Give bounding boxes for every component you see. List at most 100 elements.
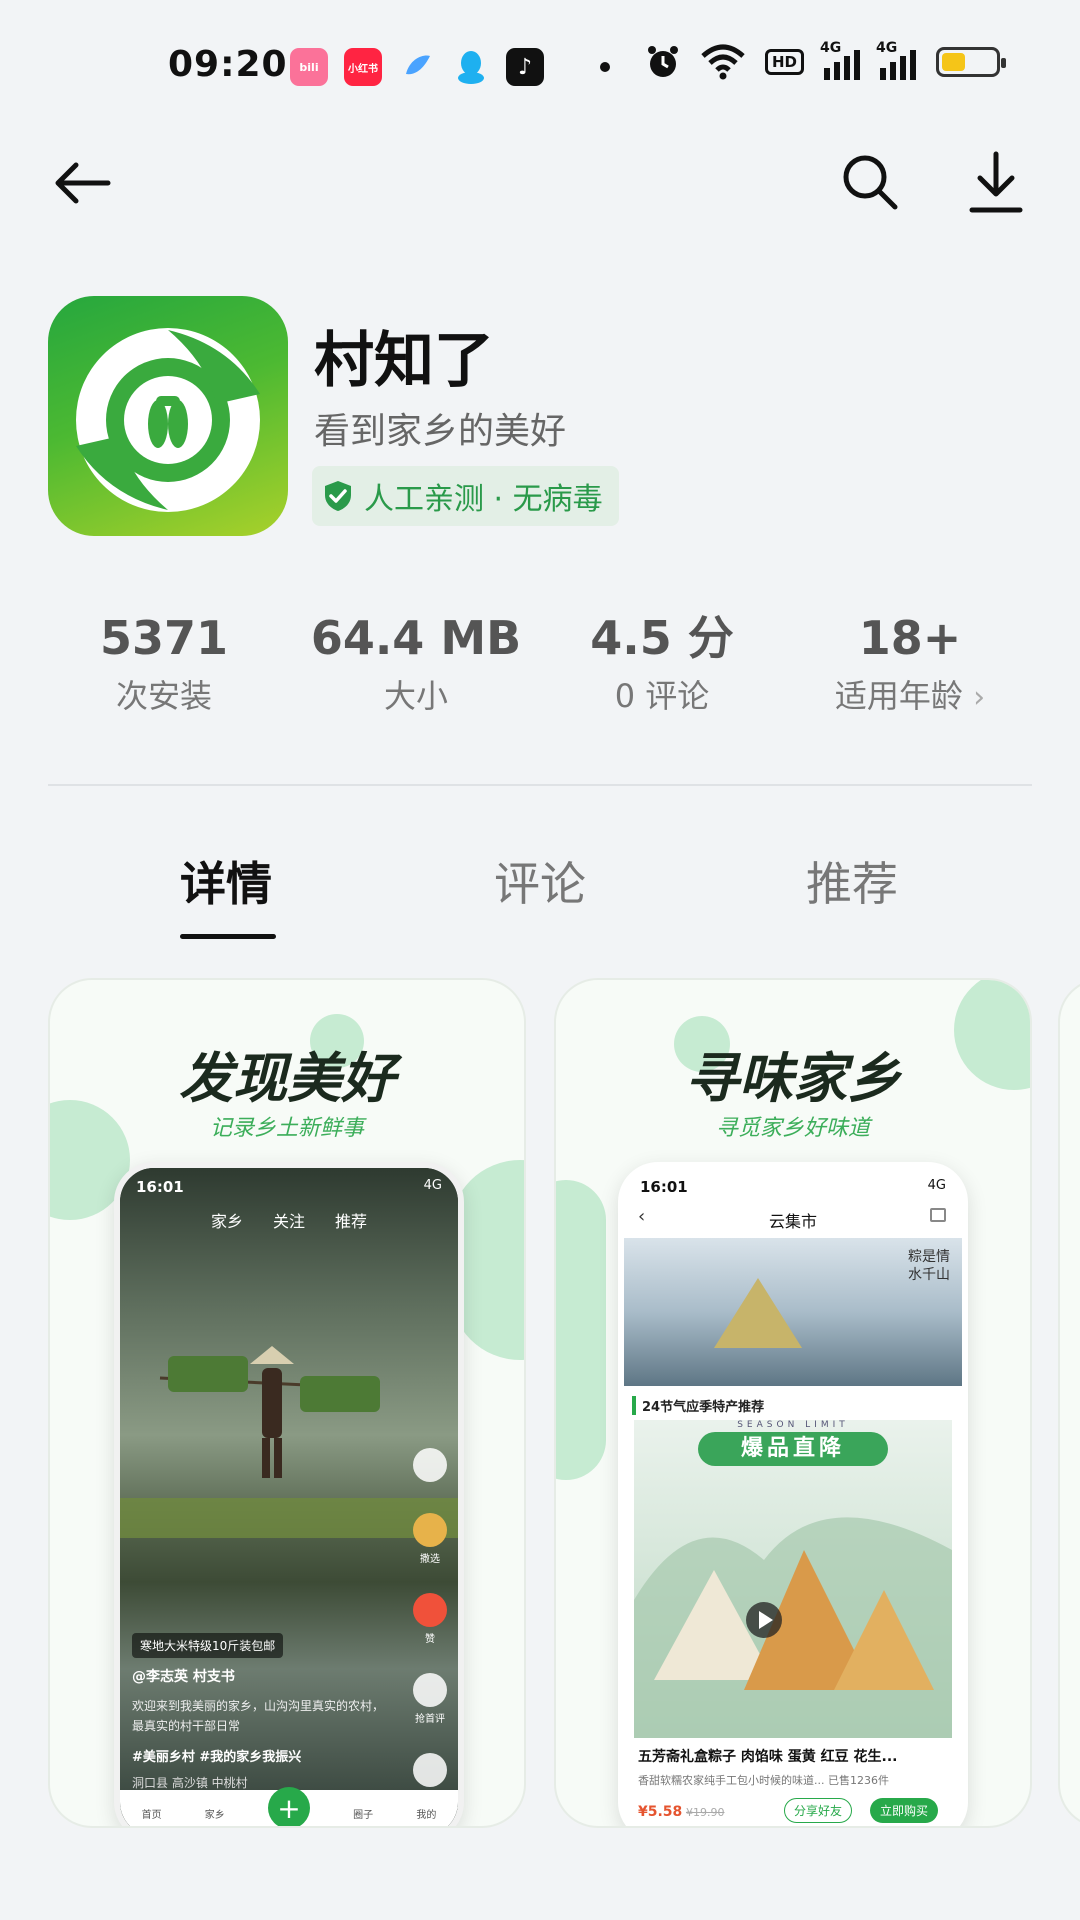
stat-age[interactable]: 18+ 适用年龄 ›	[790, 608, 1030, 722]
tab-active-indicator	[180, 934, 276, 939]
bilibili-icon: bili	[290, 48, 328, 86]
stat-rating[interactable]: 4.5 分 0 评论	[542, 608, 782, 720]
comment-icon	[413, 1673, 447, 1707]
banner-calligraphy: 粽是情 水千山	[908, 1249, 950, 1283]
notification-icons: bili 小红书 ♪	[290, 48, 610, 86]
app-slogan: 看到家乡的美好	[314, 411, 567, 452]
status-bar: 09:20 bili 小红书 ♪ HD 4G 4G	[0, 0, 1080, 140]
arrow-left-icon	[55, 162, 111, 204]
phone-share-button: 分享好友	[784, 1798, 853, 1823]
app-title: 村知了	[314, 326, 494, 396]
phone-post-desc: 欢迎来到我美丽的家乡，山沟沟里真实的农村，最真实的村干部日常	[132, 1699, 385, 1733]
system-icons: HD 4G 4G	[645, 40, 1006, 80]
phone-mockup: 16:01 4G 家乡 关注 推荐 撒选 赞 抢首评 转发 寒地大米特级10斤装…	[114, 1162, 464, 1826]
phone-feed-tabs: 家乡 关注 推荐	[120, 1208, 458, 1232]
back-button[interactable]	[52, 158, 112, 208]
stat-age-row: 适用年龄 ›	[790, 672, 1030, 722]
phone-buy-button: 立即购买	[870, 1798, 939, 1823]
app-icon	[48, 296, 288, 536]
chevron-right-icon: ›	[973, 680, 986, 715]
more-notifications-dot	[600, 62, 610, 72]
phone-side-item: 撒选	[412, 1513, 448, 1565]
promo-image: SEASON LIMIT 爆品直降	[634, 1420, 952, 1738]
heart-icon	[413, 1593, 447, 1627]
avatar-icon	[413, 1448, 447, 1482]
plus-icon: +	[267, 1787, 310, 1826]
tab-recommend[interactable]: 推荐	[806, 848, 898, 914]
phone-nav-item: 我的	[416, 1809, 437, 1821]
phone-nav-item: 圈子	[353, 1809, 374, 1821]
share-icon	[413, 1753, 447, 1787]
stat-installs-value: 5371	[99, 611, 229, 665]
verified-text: 人工亲测 · 无病毒	[364, 482, 603, 517]
phone-username: @李志英 村支书	[132, 1669, 235, 1685]
screenshot-title: 发现美好	[179, 1047, 395, 1110]
xiaohongshu-icon: 小红书	[344, 48, 382, 86]
verified-badge: 人工亲测 · 无病毒	[312, 466, 619, 526]
tab-details[interactable]: 详情	[180, 848, 272, 914]
sprout-icon	[413, 1513, 447, 1547]
phone-bottom-nav: 首页 家乡 + 圈子 我的	[120, 1787, 458, 1826]
phone-status-time: 16:01	[640, 1178, 688, 1196]
search-button[interactable]	[840, 152, 900, 212]
phone-nav-item: 家乡	[204, 1809, 225, 1821]
shield-check-icon	[325, 481, 351, 511]
screenshot-subtitle: 寻觅家乡好味道	[715, 1116, 870, 1141]
search-icon	[843, 155, 898, 210]
status-time: 09:20	[168, 44, 288, 85]
stat-age-value: 18+	[858, 611, 962, 665]
phone-status-time: 16:01	[136, 1178, 184, 1196]
phone-product-desc: 香甜软糯农家纯手工包小时候的味道... 已售1236件	[638, 1774, 889, 1787]
phone-side-item: 抢首评	[412, 1673, 448, 1725]
stat-rating-value: 4.5 分	[590, 611, 734, 665]
phone-tab: 家乡	[210, 1212, 243, 1231]
phone-mockup: 16:01 4G ‹ 云集市 粽是情 水千山 24节气应季特产推荐 SEASON…	[618, 1162, 968, 1826]
screenshot-title: 寻味家乡	[685, 1047, 901, 1110]
tab-reviews[interactable]: 评论	[494, 848, 586, 914]
browser-icon	[398, 48, 436, 86]
stat-rating-label: 0 评论	[614, 677, 710, 715]
phone-side-item	[412, 1448, 448, 1485]
phone-section-title: 24节气应季特产推荐	[632, 1396, 764, 1415]
phone-tab: 关注	[272, 1212, 305, 1231]
hd-voice-icon: HD	[764, 49, 804, 75]
phone-post-location: 洞口县 高沙镇 中桃村	[132, 1776, 248, 1790]
stat-installs-label: 次安装	[115, 677, 212, 715]
screenshot-card-3[interactable]	[1058, 978, 1080, 1828]
phone-side-item: 赞	[412, 1593, 448, 1645]
battery-icon	[936, 47, 1006, 77]
cicada-eye-logo-icon	[76, 328, 260, 512]
download-icon	[969, 151, 1023, 213]
phone-side-actions: 撒选 赞 抢首评 转发	[412, 1448, 448, 1805]
phone-post-tags: #美丽乡村 #我的家乡我振兴	[132, 1750, 302, 1765]
phone-status-signal: 4G	[423, 1178, 442, 1193]
phone-product-title: 五芳斋礼盒粽子 肉馅味 蛋黄 红豆 花生...	[638, 1749, 898, 1765]
wifi-icon	[701, 44, 745, 80]
stat-size: 64.4 MB 大小	[296, 608, 536, 720]
screenshot-card-1[interactable]: 发现美好 记录乡土新鲜事 16:01 4G 家乡 关注 推荐 撒选 赞 抢首评 …	[48, 978, 526, 1828]
phone-shop-tag: 寒地大米特级10斤装包邮	[132, 1633, 284, 1658]
phone-product-price: ¥5.58	[638, 1804, 683, 1820]
stat-installs: 5371 次安装	[44, 608, 284, 720]
screenshot-card-2[interactable]: 寻味家乡 寻觅家乡好味道 16:01 4G ‹ 云集市 粽是情 水千山 24节气…	[554, 978, 1032, 1828]
signal-icon-2: 4G	[876, 40, 916, 80]
zongzi-banner-photo: 粽是情 水千山	[624, 1238, 962, 1386]
stat-size-value: 64.4 MB	[310, 611, 522, 665]
phone-nav-item: 首页	[141, 1809, 162, 1821]
alarm-icon	[647, 46, 678, 77]
phone-page-title: 云集市	[768, 1212, 817, 1231]
phone-tab: 推荐	[335, 1212, 368, 1231]
qq-icon	[452, 48, 490, 86]
cart-icon	[930, 1208, 946, 1222]
zongzi-shape	[714, 1278, 802, 1348]
download-button[interactable]	[968, 150, 1024, 216]
stat-age-label: 适用年龄	[834, 677, 963, 715]
stat-size-label: 大小	[383, 677, 448, 715]
divider	[48, 784, 1032, 786]
phone-product-old-price: ¥19.90	[686, 1806, 725, 1819]
signal-icon-1: 4G	[820, 40, 860, 80]
screenshot-subtitle: 记录乡土新鲜事	[209, 1116, 364, 1141]
douyin-icon: ♪	[506, 48, 544, 86]
phone-status-signal: 4G	[927, 1178, 946, 1193]
decor-bubble	[556, 1180, 606, 1480]
